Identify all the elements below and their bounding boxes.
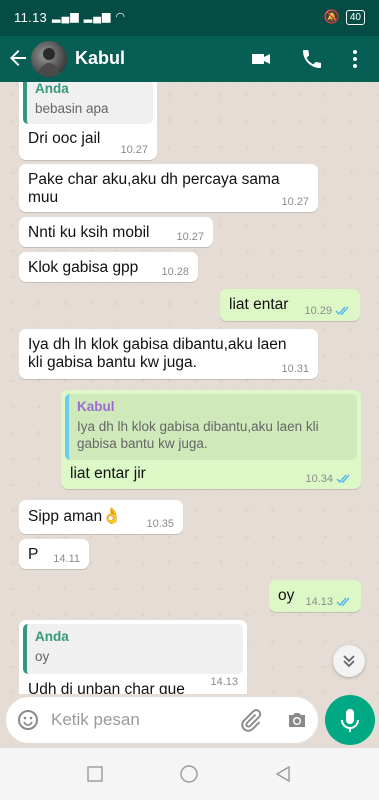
message-text: Klok gabisa gpp xyxy=(28,259,139,276)
quote-author: Kabul xyxy=(77,399,115,414)
nav-back-icon[interactable] xyxy=(274,765,292,783)
message-incoming-reply[interactable]: Anda oy Udh di unban char gue 14.13 xyxy=(19,620,247,694)
message-time: 10.27 xyxy=(120,144,148,156)
read-ticks-icon xyxy=(335,306,349,316)
message-text: P xyxy=(28,546,39,563)
video-call-icon[interactable] xyxy=(249,47,273,71)
message-text: Udh di unban char gue xyxy=(28,681,185,694)
message-composer xyxy=(6,697,318,743)
message-text: Pake char aku,aku dh percaya sama xyxy=(28,171,280,188)
message-time: 10.27 xyxy=(281,196,309,208)
message-time: 14.13 xyxy=(210,676,238,688)
contact-name[interactable]: Kabul xyxy=(75,48,125,69)
signal-icon: ▂▄▆ ▂▄▆ ◠ xyxy=(52,11,127,23)
message-incoming[interactable]: Iya dh lh klok gabisa dibantu,aku laen k… xyxy=(19,329,318,379)
nav-recents-icon[interactable] xyxy=(86,765,104,783)
phone-icon[interactable] xyxy=(300,47,324,71)
message-outgoing[interactable]: oy 14.13 xyxy=(269,580,361,612)
nav-home-icon[interactable] xyxy=(179,765,199,785)
message-text: liat entar xyxy=(229,296,289,313)
mute-icon: 🔕 xyxy=(323,9,340,24)
camera-icon[interactable] xyxy=(285,708,309,732)
message-text-wrap: Sipp aman👌 xyxy=(28,507,121,527)
quote-author: Anda xyxy=(35,82,69,96)
message-outgoing[interactable]: liat entar 10.29 xyxy=(220,289,360,321)
avatar[interactable] xyxy=(31,41,67,77)
read-ticks-icon xyxy=(336,597,350,607)
quote-text: oy xyxy=(35,649,50,664)
message-incoming[interactable]: Sipp aman👌 10.35 xyxy=(19,500,183,534)
message-time: 14.13 xyxy=(305,596,333,608)
quote-text-line2: gabisa bantu kw juga. xyxy=(77,436,208,451)
message-incoming[interactable]: Klok gabisa gpp 10.28 xyxy=(19,252,198,282)
message-incoming[interactable]: Nnti ku ksih mobil 10.27 xyxy=(19,217,213,247)
message-time: 10.34 xyxy=(305,473,333,485)
mic-button[interactable] xyxy=(325,695,375,745)
message-text: Sipp aman xyxy=(28,508,103,525)
message-text: oy xyxy=(278,587,295,604)
status-right: 🔕 40 xyxy=(324,9,365,25)
quote-author: Anda xyxy=(35,629,69,644)
quoted-message[interactable]: Anda oy xyxy=(23,624,243,674)
message-time: 10.28 xyxy=(161,266,189,278)
read-ticks-icon xyxy=(336,474,350,484)
emoji-icon[interactable] xyxy=(16,708,40,732)
quote-text: bebasin apa xyxy=(35,101,109,116)
status-time: 11.13 xyxy=(14,10,48,25)
battery-level: 40 xyxy=(345,9,365,25)
message-time: 10.27 xyxy=(176,231,204,243)
message-time-status: 10.29 xyxy=(304,305,351,317)
message-time-status: 14.13 xyxy=(305,596,352,608)
quoted-message[interactable]: Anda bebasin apa xyxy=(23,82,153,124)
message-text: Dri ooc jail xyxy=(28,130,101,147)
ok-hand-emoji: 👌 xyxy=(102,508,122,525)
status-bar: 11.13 ▂▄▆ ▂▄▆ ◠ 🔕 40 xyxy=(0,0,379,36)
message-list[interactable]: Anda bebasin apa Dri ooc jail 10.27 Pake… xyxy=(0,82,379,694)
quoted-message[interactable]: Kabul Iya dh lh klok gabisa dibantu,aku … xyxy=(65,394,357,460)
mic-icon xyxy=(341,709,359,732)
scroll-to-bottom-button[interactable] xyxy=(333,645,365,677)
message-time: 14.11 xyxy=(53,553,80,565)
message-time: 10.31 xyxy=(281,363,309,375)
attach-icon[interactable] xyxy=(239,708,263,732)
scroll-down-icon xyxy=(343,655,355,668)
system-nav-bar xyxy=(0,748,379,800)
message-incoming-reply[interactable]: Anda bebasin apa Dri ooc jail 10.27 xyxy=(19,82,157,160)
message-text-line2: muu xyxy=(28,189,59,206)
message-time-status: 10.34 xyxy=(305,473,352,485)
message-input[interactable] xyxy=(51,709,221,731)
back-arrow-icon[interactable] xyxy=(6,46,30,70)
quote-text: Iya dh lh klok gabisa dibantu,aku laen k… xyxy=(77,419,319,434)
message-outgoing-reply[interactable]: Kabul Iya dh lh klok gabisa dibantu,aku … xyxy=(61,390,361,489)
chat-header: Kabul xyxy=(0,36,379,82)
message-text-line2: kli gabisa bantu kw juga. xyxy=(28,354,197,371)
message-incoming[interactable]: P 14.11 xyxy=(19,539,89,569)
more-vert-icon[interactable] xyxy=(343,47,367,71)
message-incoming[interactable]: Pake char aku,aku dh percaya sama muu 10… xyxy=(19,164,318,212)
message-text: Iya dh lh klok gabisa dibantu,aku laen xyxy=(28,336,287,353)
message-time: 10.35 xyxy=(146,518,174,530)
message-text: Nnti ku ksih mobil xyxy=(28,224,150,241)
message-time: 10.29 xyxy=(304,305,332,317)
message-text: liat entar jir xyxy=(70,465,146,482)
